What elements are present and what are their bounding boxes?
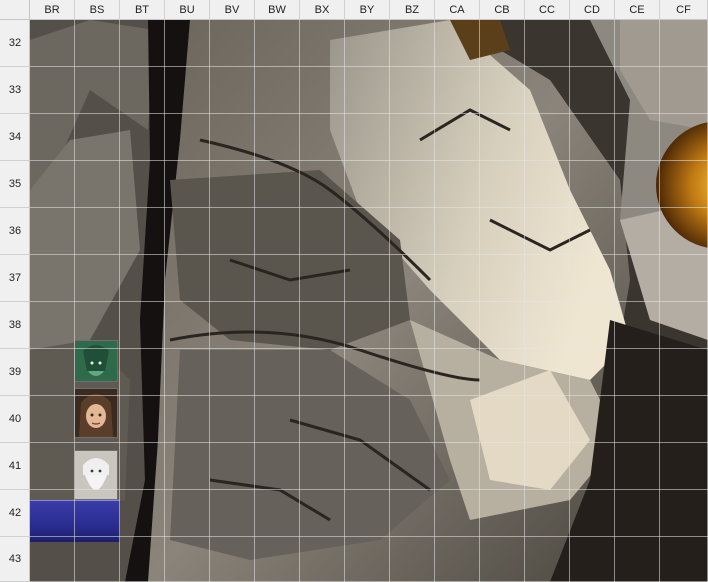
row-header-33[interactable]: 33 bbox=[0, 67, 30, 114]
column-header-cd[interactable]: CD bbox=[570, 0, 615, 20]
column-header-cb[interactable]: CB bbox=[480, 0, 525, 20]
column-header-bz[interactable]: BZ bbox=[390, 0, 435, 20]
hooded-ranger-portrait[interactable] bbox=[74, 388, 118, 438]
column-header-br[interactable]: BR bbox=[30, 0, 75, 20]
row-header-34[interactable]: 34 bbox=[0, 114, 30, 161]
green-elf-portrait[interactable] bbox=[74, 340, 118, 382]
row-header-40[interactable]: 40 bbox=[0, 396, 30, 443]
white-bearded-wizard-portrait[interactable] bbox=[74, 450, 118, 500]
row-header-37[interactable]: 37 bbox=[0, 255, 30, 302]
row-header-42[interactable]: 42 bbox=[0, 490, 30, 537]
row-header-39[interactable]: 39 bbox=[0, 349, 30, 396]
row-headers: 32 33 34 35 36 37 38 39 40 41 42 43 bbox=[0, 20, 30, 582]
blue-selection-bar bbox=[30, 500, 120, 542]
row-header-41[interactable]: 41 bbox=[0, 443, 30, 490]
spreadsheet-window: BR BS BT BU BV BW BX BY BZ CA CB CC CD CE CF 32 33 34 35 3… bbox=[0, 0, 708, 582]
column-header-bs[interactable]: BS bbox=[75, 0, 120, 20]
row-header-32[interactable]: 32 bbox=[0, 20, 30, 67]
column-header-cf[interactable]: CF bbox=[660, 0, 708, 20]
column-header-bx[interactable]: BX bbox=[300, 0, 345, 20]
rock-cliff-image bbox=[30, 20, 708, 582]
column-header-bt[interactable]: BT bbox=[120, 0, 165, 20]
select-all-corner[interactable] bbox=[0, 0, 30, 20]
column-header-by[interactable]: BY bbox=[345, 0, 390, 20]
cell-grid[interactable] bbox=[30, 20, 708, 582]
column-header-ca[interactable]: CA bbox=[435, 0, 480, 20]
column-header-bw[interactable]: BW bbox=[255, 0, 300, 20]
row-header-35[interactable]: 35 bbox=[0, 161, 30, 208]
column-header-bv[interactable]: BV bbox=[210, 0, 255, 20]
row-header-36[interactable]: 36 bbox=[0, 208, 30, 255]
column-header-ce[interactable]: CE bbox=[615, 0, 660, 20]
row-header-38[interactable]: 38 bbox=[0, 302, 30, 349]
row-header-43[interactable]: 43 bbox=[0, 537, 30, 582]
column-header-cc[interactable]: CC bbox=[525, 0, 570, 20]
column-header-bu[interactable]: BU bbox=[165, 0, 210, 20]
column-headers: BR BS BT BU BV BW BX BY BZ CA CB CC CD CE CF bbox=[30, 0, 708, 20]
